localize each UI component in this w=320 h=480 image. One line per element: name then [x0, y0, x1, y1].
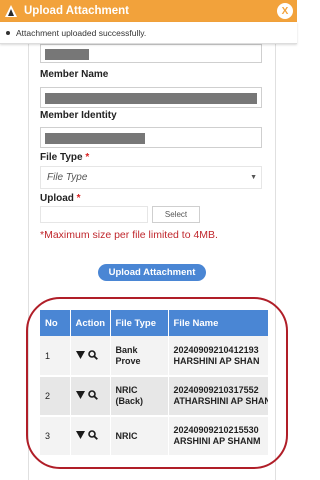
chevron-down-icon: ▼: [250, 174, 257, 181]
upload-label: Upload *: [40, 193, 81, 204]
search-icon[interactable]: [87, 430, 98, 442]
file-type-select[interactable]: File Type ▼: [40, 166, 262, 189]
file-name-text: 20240909210317552: [173, 385, 259, 395]
row-number: 2: [40, 376, 71, 417]
file-type-placeholder: File Type: [47, 172, 88, 183]
table-row: 1 Bank Prove 20240909210412193 HARSHINI …: [40, 336, 268, 377]
file-name-text: ARSHINI AP SHANM: [173, 436, 261, 446]
file-type-label: File Type *: [40, 152, 89, 163]
column-header-file-name: File Name: [168, 310, 268, 336]
close-icon[interactable]: X: [277, 3, 293, 19]
upload-label-text: Upload: [40, 193, 74, 204]
upload-attachment-button[interactable]: Upload Attachment: [98, 264, 206, 281]
file-type-text: (Back): [115, 396, 144, 406]
column-header-action: Action: [70, 310, 111, 336]
redacted-value: [45, 49, 89, 60]
file-name-text: 20240909210215530: [173, 425, 259, 435]
file-type-text: Bank: [115, 344, 138, 355]
bullet-icon: [6, 30, 10, 35]
file-type-cell: Bank Prove: [110, 336, 169, 377]
file-type-text: Prove: [115, 355, 141, 366]
row-number: 3: [40, 416, 71, 457]
file-name-cell[interactable]: 20240909210215530 ARSHINI AP SHANM: [168, 416, 268, 457]
table-row: 3 NRIC 20240909210215530 ARSHINI AP SHAN…: [40, 416, 268, 457]
member-name-label: Member Name: [40, 69, 109, 80]
member-name-field[interactable]: [40, 87, 262, 108]
upload-file-input[interactable]: [40, 206, 148, 223]
app-logo-icon: [4, 4, 18, 18]
file-name-cell[interactable]: 20240909210317552 ATHARSHINI AP SHAN: [168, 376, 269, 417]
search-icon[interactable]: [87, 349, 98, 362]
file-name-text: 20240909210412193: [173, 344, 259, 355]
column-header-file-type: File Type: [110, 310, 169, 336]
table-row: 2 NRIC (Back) 20240909210317552 ATHARSHI…: [40, 376, 269, 417]
row-actions: [70, 336, 111, 377]
file-type-cell: NRIC: [110, 416, 169, 457]
toast-message: Attachment uploaded successfully.: [16, 27, 147, 38]
download-icon[interactable]: [75, 431, 85, 441]
window-titlebar: Upload Attachment X: [0, 0, 297, 22]
download-icon[interactable]: [75, 391, 85, 401]
attachments-table: No Action File Type File Name 1 Bank Pro…: [40, 310, 268, 458]
row-actions: [70, 416, 111, 457]
window-title: Upload Attachment: [24, 5, 129, 17]
file-name-text: ATHARSHINI AP SHAN: [173, 396, 269, 406]
required-marker: *: [85, 152, 90, 163]
redacted-value: [45, 93, 257, 104]
file-name-text: HARSHINI AP SHAN: [173, 355, 260, 366]
select-file-button[interactable]: Select: [152, 206, 200, 223]
file-type-text: NRIC: [115, 430, 138, 441]
column-header-no: No: [40, 310, 71, 336]
table-header-row: No Action File Type File Name: [40, 310, 268, 336]
search-icon[interactable]: [87, 390, 98, 402]
file-name-cell[interactable]: 20240909210412193 HARSHINI AP SHAN: [168, 336, 268, 377]
redacted-value: [45, 133, 145, 144]
success-toast: Attachment uploaded successfully.: [0, 22, 297, 44]
account-field[interactable]: [40, 44, 262, 63]
member-identity-field[interactable]: [40, 127, 262, 148]
row-actions: [70, 376, 111, 417]
required-marker: *: [76, 193, 81, 204]
file-type-label-text: File Type: [40, 152, 83, 163]
file-type-cell: NRIC (Back): [110, 376, 169, 417]
row-number: 1: [40, 336, 71, 377]
download-icon[interactable]: [75, 350, 85, 361]
member-identity-label: Member Identity: [40, 110, 117, 121]
size-limit-note: *Maximum size per file limited to 4MB.: [40, 229, 218, 241]
file-type-text: NRIC: [115, 385, 138, 395]
